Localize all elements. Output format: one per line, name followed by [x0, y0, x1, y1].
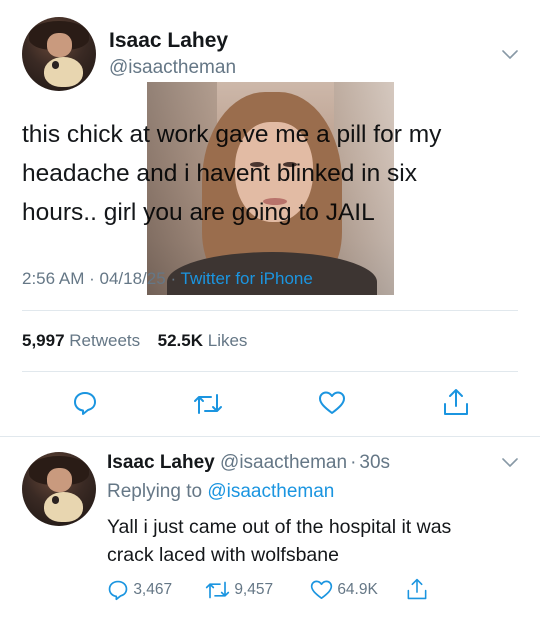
replying-to-handle[interactable]: @isaactheman: [207, 481, 334, 502]
reply-retweet-button[interactable]: 9,457: [205, 579, 273, 601]
reply-share-button[interactable]: [406, 577, 428, 601]
author-name[interactable]: Isaac Lahey: [109, 29, 228, 53]
reply-count: 3,467: [133, 581, 173, 598]
author-handle[interactable]: @isaactheman: [109, 57, 236, 79]
reply-icon: [108, 580, 128, 601]
tweet-metadata: 2:56 AM · 04/18/25 · Twitter for iPhone: [22, 269, 313, 288]
share-icon: [444, 389, 468, 415]
tweet-source-link[interactable]: Twitter for iPhone: [181, 269, 313, 288]
reply-author-avatar[interactable]: [22, 452, 96, 526]
divider: [0, 436, 540, 437]
reply-menu-chevron-down-icon[interactable]: [501, 454, 519, 477]
tweet-menu-chevron-down-icon[interactable]: [501, 46, 519, 69]
retweet-button[interactable]: [193, 391, 223, 417]
reply-icon: [74, 392, 96, 415]
heart-icon: [319, 391, 345, 414]
retweet-count: 9,457: [234, 581, 274, 598]
reply-action-bar: 3,467 9,457 64.9K: [107, 577, 527, 605]
reply-header: Isaac Lahey @isaactheman · 30s: [107, 452, 391, 473]
retweets-stat[interactable]: 5,997 Retweets: [22, 331, 140, 350]
share-button[interactable]: [442, 387, 470, 417]
divider: [22, 371, 518, 372]
reply-reply-button[interactable]: 3,467: [107, 579, 172, 601]
likes-stat[interactable]: 52.5K Likes: [158, 331, 248, 350]
retweet-icon: [205, 581, 230, 599]
reply-author-handle[interactable]: @isaactheman: [220, 452, 347, 473]
tweet-time[interactable]: 2:56 AM: [22, 269, 84, 288]
retweet-icon: [194, 394, 222, 414]
share-icon: [407, 578, 427, 600]
reply-author-name[interactable]: Isaac Lahey: [107, 452, 215, 473]
engagement-stats: 5,997 Retweets 52.5K Likes: [22, 331, 247, 351]
tweet-date[interactable]: 04/18/25: [100, 269, 166, 288]
author-avatar[interactable]: [22, 17, 96, 91]
like-count: 64.9K: [337, 581, 378, 598]
tweet-text: this chick at work gave me a pill for my…: [22, 121, 442, 226]
reply-age[interactable]: 30s: [359, 452, 390, 473]
replying-to: Replying to @isaactheman: [107, 481, 335, 502]
heart-icon: [310, 580, 333, 600]
divider: [22, 310, 518, 311]
reply-like-button[interactable]: 64.9K: [310, 579, 378, 601]
like-button[interactable]: [318, 390, 346, 416]
reply-text: Yall i just came out of the hospital it …: [107, 516, 452, 566]
reply-button[interactable]: [72, 390, 98, 416]
